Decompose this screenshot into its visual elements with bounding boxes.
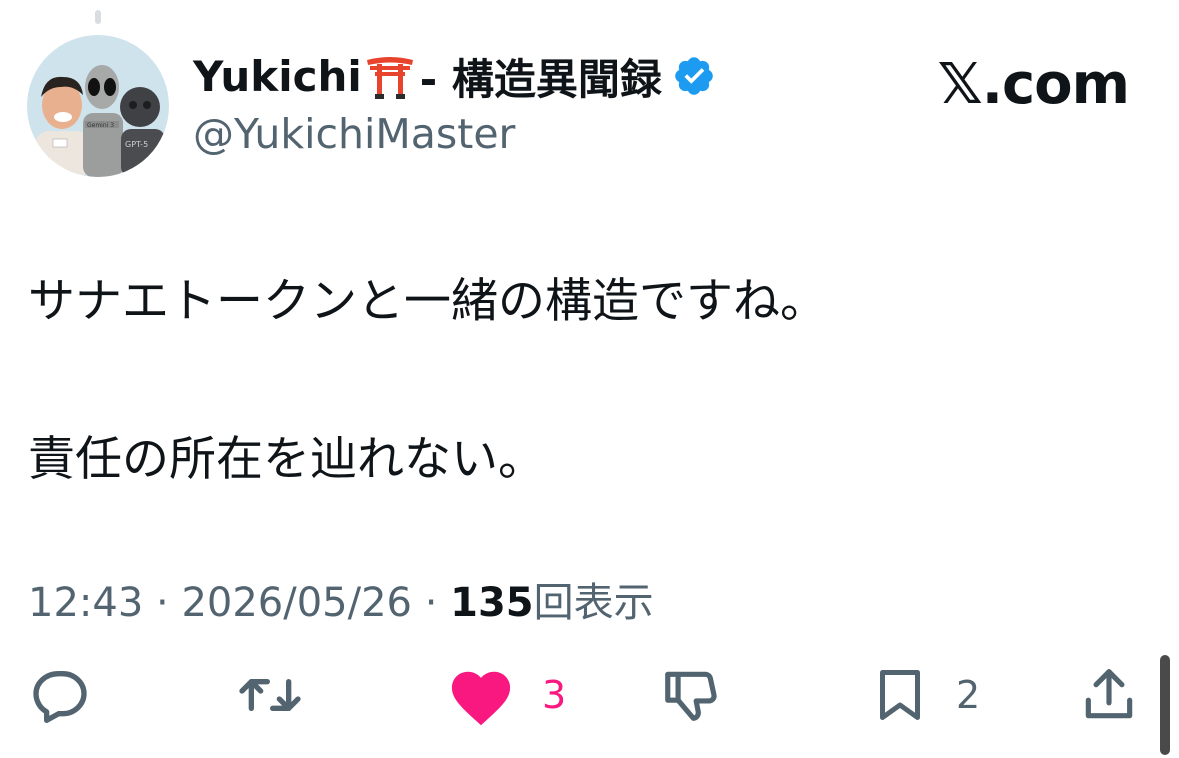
dislike-icon xyxy=(660,663,722,727)
tweet-date[interactable]: 2026/05/26 xyxy=(181,580,412,626)
bookmark-button[interactable]: 2 xyxy=(870,660,980,730)
share-icon xyxy=(1078,663,1140,727)
tweet-text-line-1: サナエトークンと一緒の構造ですね。 xyxy=(28,274,827,329)
avatar[interactable]: Gemini 3 GPT-5 xyxy=(27,35,169,177)
dislike-button[interactable] xyxy=(660,660,722,730)
site-label: 𝕏.com xyxy=(937,52,1130,117)
tweet-text-line-2: 責任の所在を辿れない。 xyxy=(28,432,545,487)
reply-icon xyxy=(28,663,92,727)
author-handle[interactable]: @YukichiMaster xyxy=(193,110,515,158)
action-bar: 3 2 xyxy=(0,660,1179,730)
like-button[interactable]: 3 xyxy=(446,660,566,730)
scroll-indicator-dot xyxy=(95,10,101,24)
meta-separator: · xyxy=(143,580,182,626)
meta-separator: · xyxy=(411,580,451,626)
tweet-meta: 12:43 · 2026/05/26 · 135回表示 xyxy=(28,570,654,628)
retweet-icon xyxy=(235,663,305,727)
tweet-time[interactable]: 12:43 xyxy=(28,580,143,626)
bookmark-icon xyxy=(870,663,930,727)
scrollbar[interactable] xyxy=(1160,655,1170,755)
retweet-button[interactable] xyxy=(235,660,305,730)
avatar-label-gpt: GPT-5 xyxy=(125,140,148,149)
avatar-label-gemini: Gemini 3 xyxy=(87,122,114,129)
author-name-row[interactable]: Yukichi - 構造異聞録 xyxy=(193,46,716,106)
views-label: 回表示 xyxy=(533,580,654,626)
reply-button[interactable] xyxy=(28,660,92,730)
verified-badge-icon[interactable] xyxy=(672,54,716,98)
author-display-name[interactable]: Yukichi xyxy=(193,52,362,101)
torii-gate-icon xyxy=(364,50,416,102)
author-name-suffix[interactable]: - 構造異聞録 xyxy=(420,46,662,107)
like-count: 3 xyxy=(542,673,567,717)
views-count: 135 xyxy=(450,580,534,626)
bookmark-count: 2 xyxy=(956,673,981,717)
share-button[interactable] xyxy=(1078,660,1140,730)
heart-icon xyxy=(446,663,516,727)
